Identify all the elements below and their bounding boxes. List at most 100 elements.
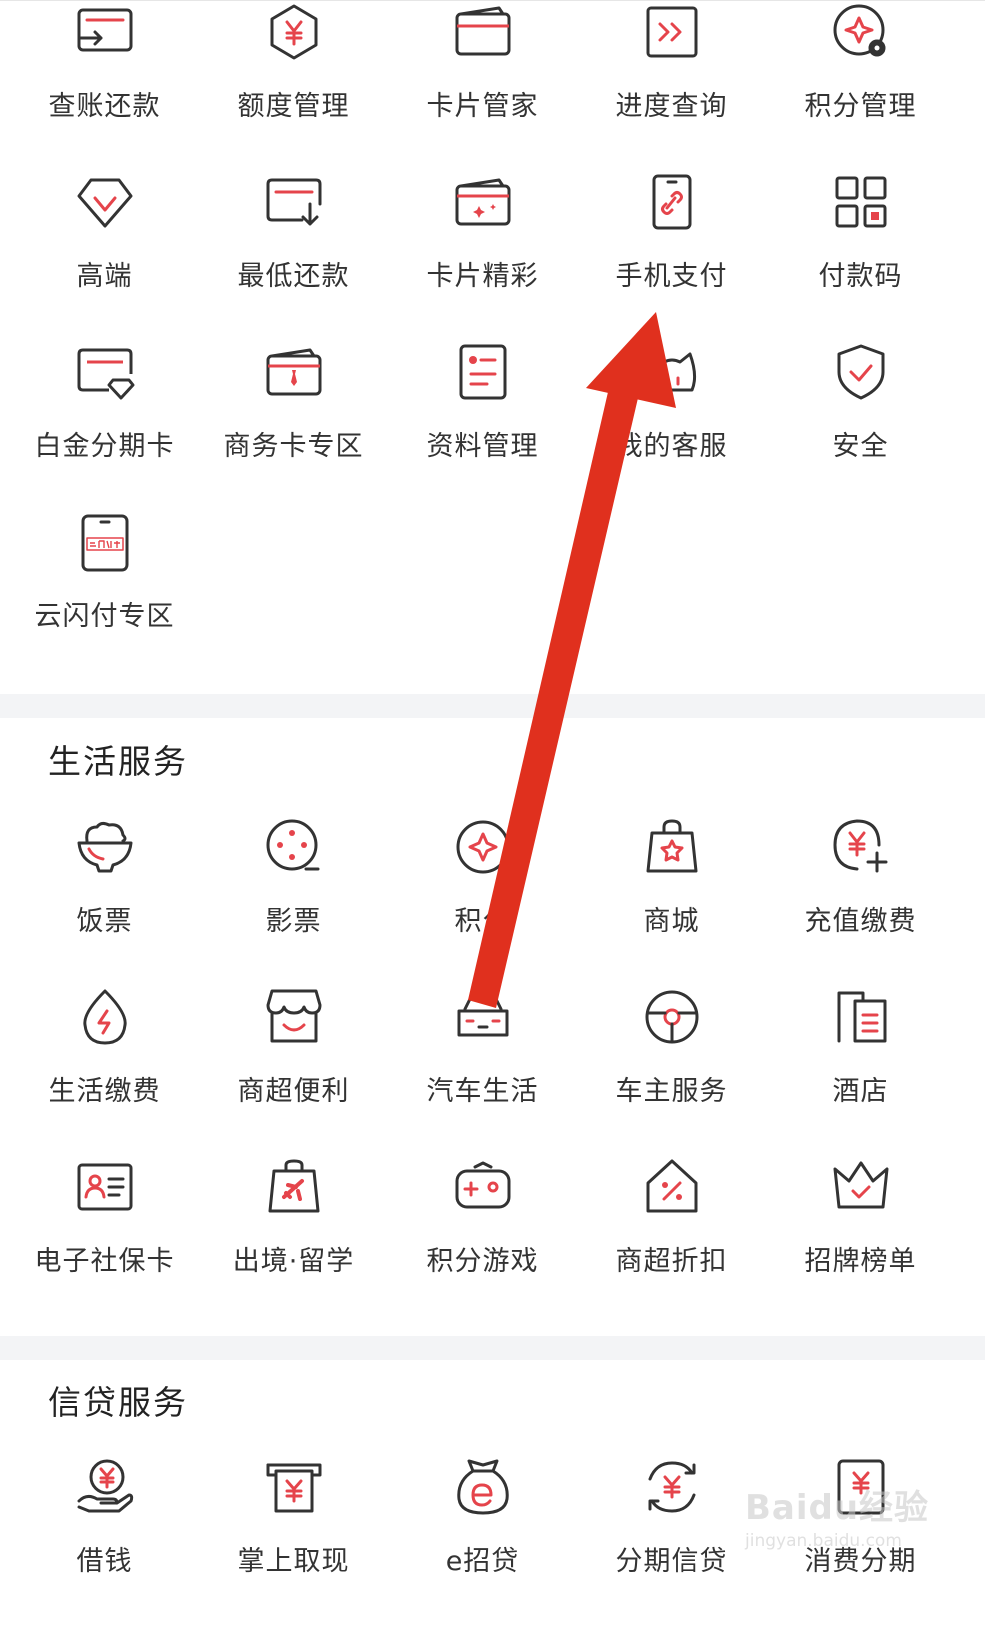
- item-security[interactable]: 安全: [764, 340, 957, 510]
- item-mall[interactable]: 商城: [575, 815, 768, 985]
- item-label: 最低还款: [237, 261, 350, 292]
- item-car-life[interactable]: 汽车生活: [386, 985, 579, 1155]
- section-divider: [0, 1336, 985, 1360]
- item-label: 手机支付: [615, 261, 728, 292]
- item-quickpass[interactable]: 云闪付专区: [8, 510, 201, 680]
- phone-link-icon: [640, 170, 704, 234]
- item-social-security-card[interactable]: 电子社保卡: [8, 1155, 201, 1325]
- item-recharge[interactable]: 充值缴费: [764, 815, 957, 985]
- car-icon: [451, 985, 515, 1049]
- item-label: 高端: [76, 261, 133, 292]
- item-label: 饭票: [76, 906, 133, 937]
- item-label: 积分游戏: [426, 1246, 539, 1277]
- item-travel-study[interactable]: 出境·留学: [197, 1155, 390, 1325]
- item-card-manager[interactable]: 卡片管家: [386, 0, 579, 170]
- item-pay-code[interactable]: 付款码: [764, 170, 957, 340]
- item-label: 卡片管家: [426, 91, 539, 122]
- item-label: 商超便利: [237, 1076, 350, 1107]
- item-label: 卡片精彩: [426, 261, 539, 292]
- store-icon: [262, 985, 326, 1049]
- item-label: 掌上取现: [237, 1546, 350, 1577]
- item-credit-limit[interactable]: 额度管理: [197, 0, 390, 170]
- item-label: 我的客服: [615, 431, 728, 462]
- item-label: 电子社保卡: [34, 1246, 175, 1277]
- item-label: 额度管理: [237, 91, 350, 122]
- item-rankings[interactable]: 招牌榜单: [764, 1155, 957, 1325]
- yuan-hexagon-icon: [262, 0, 326, 64]
- item-label: 付款码: [818, 261, 903, 292]
- watermark-url: jingyan.baidu.com: [745, 1531, 902, 1551]
- min-repay-icon: [262, 170, 326, 234]
- plane-bag-icon: [262, 1155, 326, 1219]
- item-progress-query[interactable]: 进度查询: [575, 0, 768, 170]
- item-hotel[interactable]: 酒店: [764, 985, 957, 1155]
- installment-icon: [640, 1455, 704, 1519]
- item-label: 招牌榜单: [804, 1246, 917, 1277]
- hotel-icon: [829, 985, 893, 1049]
- item-label: 商务卡专区: [223, 431, 364, 462]
- business-card-icon: [262, 340, 326, 404]
- item-label: 商城: [643, 906, 700, 937]
- borrow-hand-icon: [73, 1455, 137, 1519]
- item-profile-manage[interactable]: 资料管理: [386, 340, 579, 510]
- item-label: 生活缴费: [48, 1076, 161, 1107]
- points-gear-icon: [829, 0, 893, 64]
- item-label: 充值缴费: [804, 906, 917, 937]
- item-label: 白金分期卡: [34, 431, 175, 462]
- item-label: 积分管理: [804, 91, 917, 122]
- item-points[interactable]: 积分: [386, 815, 579, 985]
- item-label: 资料管理: [426, 431, 539, 462]
- film-reel-icon: [262, 815, 326, 879]
- profile-doc-icon: [451, 340, 515, 404]
- item-points-game[interactable]: 积分游戏: [386, 1155, 579, 1325]
- watermark-logo: Baidu经验: [745, 1488, 930, 1528]
- money-bag-icon: [451, 1455, 515, 1519]
- item-label: 车主服务: [615, 1076, 728, 1107]
- quickpass-phone-icon: [73, 510, 137, 574]
- item-label: 出境·留学: [232, 1246, 355, 1277]
- item-label: 借钱: [76, 1546, 133, 1577]
- shopping-bag-icon: [640, 815, 704, 879]
- atm-cash-icon: [262, 1455, 326, 1519]
- customer-service-icon: [640, 340, 704, 404]
- bill-repay-icon: [73, 0, 137, 64]
- item-meal-ticket[interactable]: 饭票: [8, 815, 201, 985]
- diamond-icon: [73, 170, 137, 234]
- item-points-manage[interactable]: 积分管理: [764, 0, 957, 170]
- baidu-watermark: Baidu经验 jingyan.baidu.com: [745, 1480, 975, 1590]
- recharge-icon: [829, 815, 893, 879]
- item-business-card[interactable]: 商务卡专区: [197, 340, 390, 510]
- discount-tag-icon: [640, 1155, 704, 1219]
- item-mobile-pay[interactable]: 手机支付: [575, 170, 768, 340]
- item-label: e招贷: [445, 1546, 520, 1577]
- item-movie-ticket[interactable]: 影票: [197, 815, 390, 985]
- qr-code-icon: [829, 170, 893, 234]
- item-label: 影票: [265, 906, 322, 937]
- item-utility-payment[interactable]: 生活缴费: [8, 985, 201, 1155]
- item-high-end[interactable]: 高端: [8, 170, 201, 340]
- item-label: 分期信贷: [615, 1546, 728, 1577]
- steering-wheel-icon: [640, 985, 704, 1049]
- gamepad-icon: [451, 1155, 515, 1219]
- item-label: 酒店: [832, 1076, 889, 1107]
- item-bill-repay[interactable]: 查账还款: [8, 0, 201, 170]
- item-car-owner[interactable]: 车主服务: [575, 985, 768, 1155]
- item-label: 进度查询: [615, 91, 728, 122]
- id-card-icon: [73, 1155, 137, 1219]
- item-label: 商超折扣: [615, 1246, 728, 1277]
- item-card-highlights[interactable]: 卡片精彩: [386, 170, 579, 340]
- item-label: 查账还款: [48, 91, 161, 122]
- utility-drop-icon: [73, 985, 137, 1049]
- item-label: 汽车生活: [426, 1076, 539, 1107]
- life-services-title: 生活服务: [48, 742, 188, 781]
- item-min-repay[interactable]: 最低还款: [197, 170, 390, 340]
- points-star-icon: [451, 815, 515, 879]
- progress-arrows-icon: [640, 0, 704, 64]
- item-discount[interactable]: 商超折扣: [575, 1155, 768, 1325]
- crown-icon: [829, 1155, 893, 1219]
- item-label: 云闪付专区: [34, 601, 175, 632]
- item-label: 积分: [454, 906, 511, 937]
- item-customer-service[interactable]: 我的客服: [575, 340, 768, 510]
- item-convenience-store[interactable]: 商超便利: [197, 985, 390, 1155]
- item-platinum-card[interactable]: 白金分期卡: [8, 340, 201, 510]
